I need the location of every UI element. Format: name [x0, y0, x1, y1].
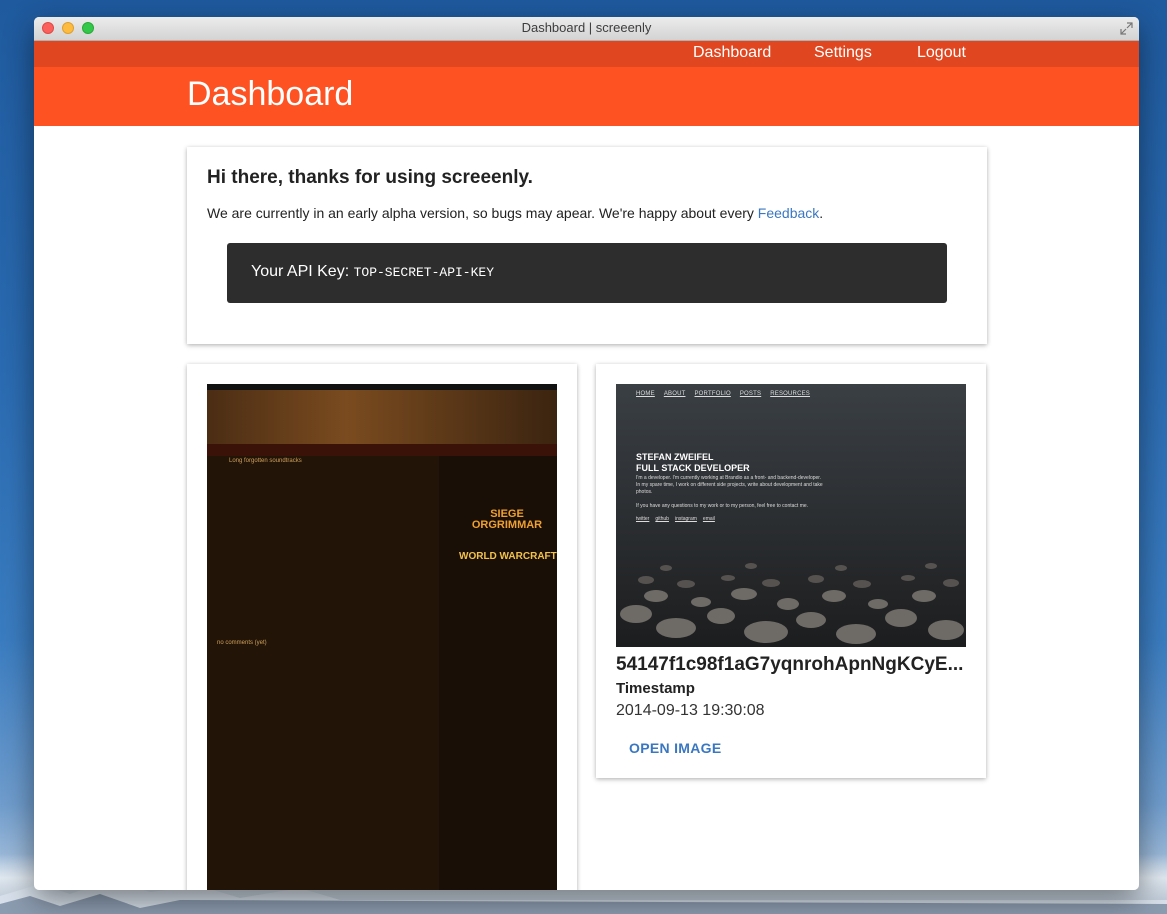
thumb-site-nav-item: RESOURCES [770, 391, 811, 397]
thumb-site-bio: I'm a developer. I'm currently working a… [636, 475, 823, 495]
thumb-site-nav-item: HOME [636, 391, 655, 397]
api-key-line: Your API Key: TOP-SECRET-API-KEY [251, 263, 494, 281]
thumb-wow-logo: WORLD WARCRAFT [459, 551, 557, 562]
screenshot-id: 54147f1c98f1aG7yqnrohApnNgKCyE... [616, 654, 964, 675]
thumb-reddit-comments: no comments (yet) [217, 640, 267, 646]
thumb-reddit-tabs [207, 444, 557, 456]
thumb-site-name-line1: STEFAN ZWEIFEL [636, 452, 714, 462]
top-navigation: Dashboard Settings Logout [34, 41, 1139, 67]
window-titlebar: Dashboard | screeenly [34, 17, 1139, 41]
thumb-site-nav-item: ABOUT [663, 391, 686, 397]
thumb-reddit-banner [207, 384, 557, 444]
thumb-site-link: email [702, 516, 715, 522]
nav-logout[interactable]: Logout [917, 43, 966, 63]
screenshot-card: Long forgotten soundtracks SIEGE ORGRIMM… [187, 364, 577, 890]
timestamp-label: Timestamp [616, 680, 695, 697]
timestamp-value: 2014-09-13 19:30:08 [616, 702, 765, 719]
nav-dashboard[interactable]: Dashboard [693, 43, 771, 63]
open-image-button[interactable]: OPEN IMAGE [616, 734, 734, 762]
api-key-value[interactable]: TOP-SECRET-API-KEY [354, 265, 494, 280]
window-title: Dashboard | screeenly [521, 20, 652, 35]
thumb-reddit-post-title: Long forgotten soundtracks [229, 458, 302, 464]
thumb-site-link: twitter [636, 516, 650, 522]
thumb-site-name: STEFAN ZWEIFEL FULL STACK DEVELOPER [636, 452, 750, 474]
thumb-site-link: github [655, 516, 669, 522]
nav-settings[interactable]: Settings [814, 43, 872, 63]
browser-window: Dashboard | screeenly Dashboard Settings… [34, 17, 1139, 890]
thumb-reddit-topbar [207, 384, 557, 390]
thumb-site-nav-item: POSTS [739, 391, 762, 397]
thumb-siege-logo: SIEGE ORGRIMMAR [471, 508, 543, 531]
feedback-link[interactable]: Feedback [758, 205, 819, 221]
screenshot-thumbnail[interactable]: Long forgotten soundtracks SIEGE ORGRIMM… [207, 384, 557, 890]
welcome-message-text: We are currently in an early alpha versi… [207, 205, 758, 221]
screenshot-card: HOME ABOUT PORTFOLIO POSTS RESOURCES STEFAN … [596, 364, 986, 778]
thumb-site-name-line2: FULL STACK DEVELOPER [636, 463, 750, 473]
page-title: Dashboard [187, 75, 354, 113]
screenshot-thumbnail[interactable]: HOME ABOUT PORTFOLIO POSTS RESOURCES STEFAN … [616, 384, 966, 647]
api-key-box: Your API Key: TOP-SECRET-API-KEY [227, 243, 947, 303]
welcome-message-end: . [819, 205, 824, 221]
welcome-heading: Hi there, thanks for using screeenly. [207, 167, 533, 188]
thumb-site-nav-item: PORTFOLIO [694, 391, 731, 397]
api-key-label: Your API Key: [251, 263, 354, 280]
page-header: Dashboard [34, 67, 1139, 126]
thumb-site-nav: HOME ABOUT PORTFOLIO POSTS RESOURCES [636, 391, 819, 397]
thumb-site-links: twitter github instagram email [636, 516, 721, 522]
welcome-message: We are currently in an early alpha versi… [207, 205, 823, 221]
thumb-site-link: instagram [674, 516, 697, 522]
welcome-card: Hi there, thanks for using screeenly. We… [187, 147, 987, 344]
thumb-site-contact: If you have any questions to my work or … [636, 503, 809, 509]
fullscreen-icon[interactable] [1120, 22, 1133, 35]
